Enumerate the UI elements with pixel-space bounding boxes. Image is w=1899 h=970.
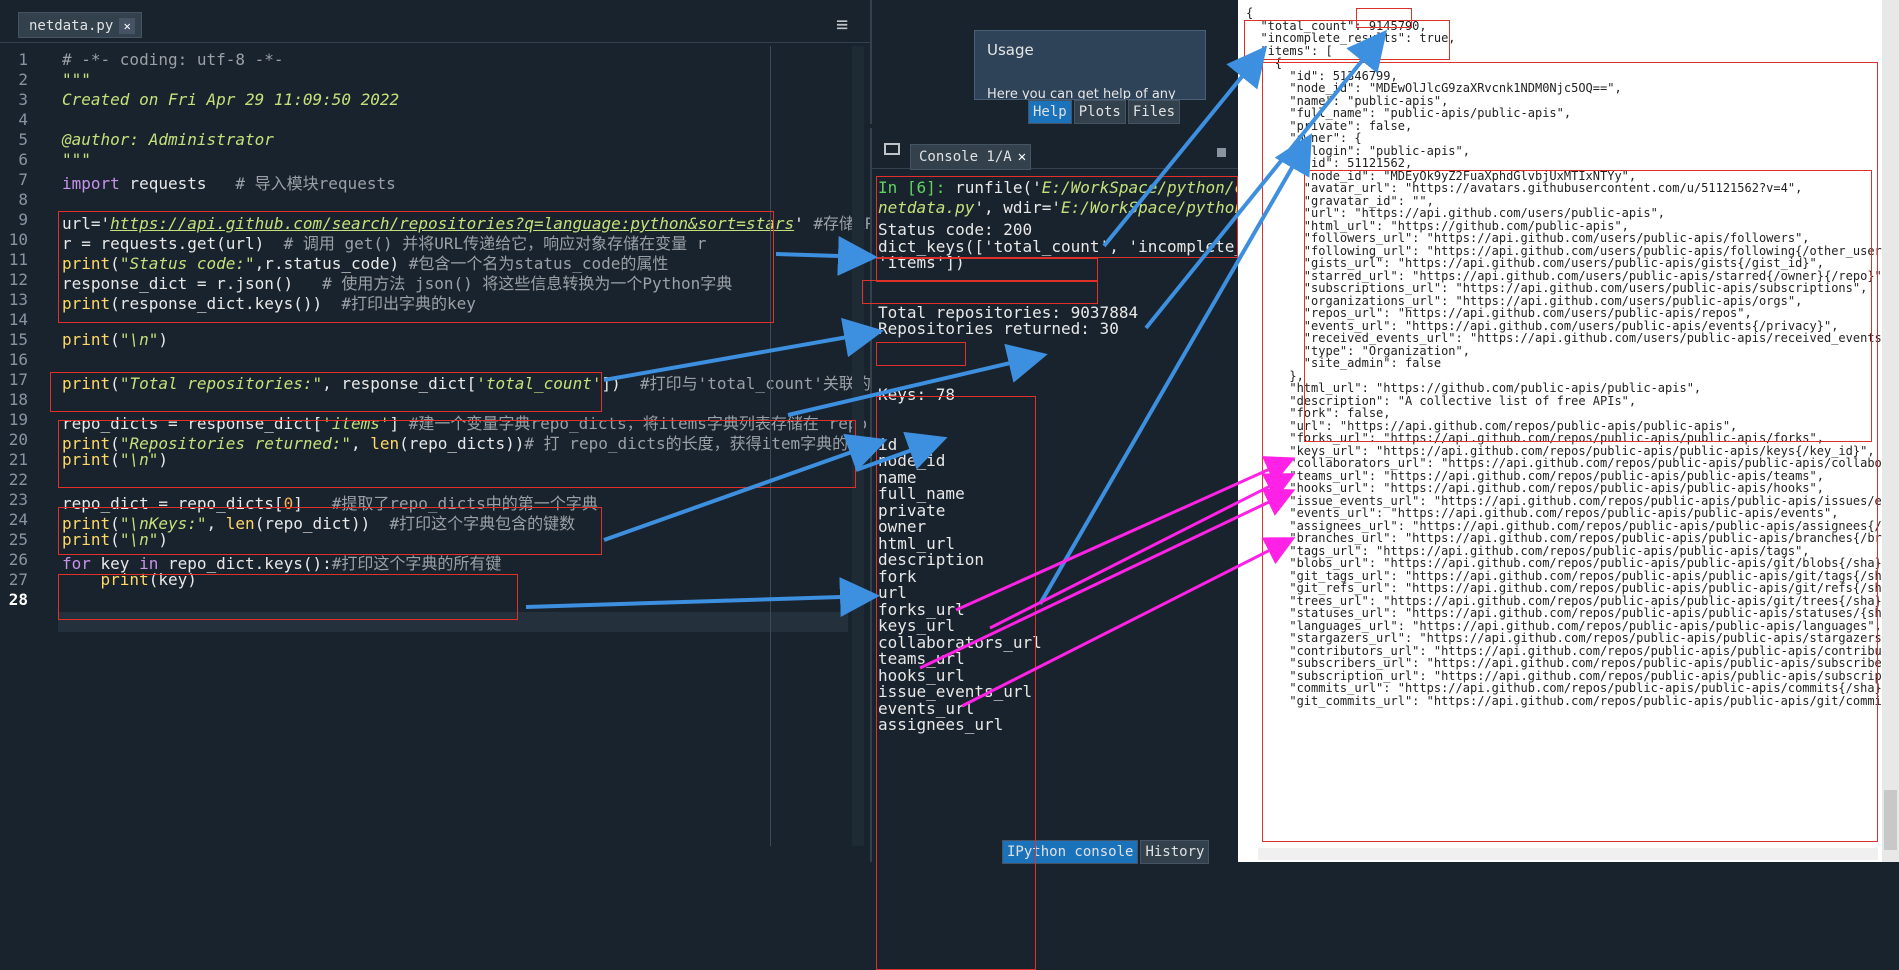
line-number: 16 (8, 350, 28, 369)
code-token: # 导入模块requests (235, 174, 396, 193)
annotation-box-total (50, 372, 602, 412)
tab-history[interactable]: History (1140, 840, 1210, 864)
line-number: 24 (8, 510, 28, 529)
close-icon[interactable]: ✕ (1018, 149, 1026, 165)
code-token: #打印这个字典的所有键 (331, 554, 502, 573)
json-viewer: { "total_count": 9145790, "incomplete_re… (1238, 0, 1899, 862)
line-number: 27 (8, 570, 28, 589)
line-number: 23 (8, 490, 28, 509)
code-line: Created on Fri Apr 29 11:09:50 2022 (62, 90, 399, 109)
console-tab-bar: Console 1/A ✕ (872, 128, 1238, 170)
line-number: 17 (8, 370, 28, 389)
line-number: 3 (18, 90, 28, 109)
menu-icon[interactable]: ≡ (836, 14, 848, 34)
editor-tab-label: netdata.py (29, 18, 114, 34)
editor-tab-bar: netdata.py ✕ ≡ (0, 0, 870, 43)
line-number: 14 (8, 310, 28, 329)
code-editor: netdata.py ✕ ≡ 1 2 3 4 5 6 7 8 9 10 11 12 13 14 15 16 17 1… (0, 0, 900, 862)
line-number: 5 (18, 130, 28, 149)
code-token: print (62, 330, 111, 349)
stop-icon[interactable] (1217, 148, 1226, 157)
editor-tab-netdata[interactable]: netdata.py ✕ (18, 12, 143, 38)
code-token: # -*- coding: utf-8 -*- (62, 50, 284, 69)
line-number: 28 (8, 590, 28, 609)
annotation-box-request (58, 211, 774, 323)
usage-text: Here you can get help of any (987, 87, 1176, 100)
code-token: Created on Fri Apr 29 11:09:50 2022 (62, 90, 400, 109)
code-token: "\n" (119, 330, 159, 349)
ipython-console: Console 1/A ✕ In [6]: runfile('E:/WorkSpa… (862, 128, 1263, 970)
line-number: 2 (18, 70, 28, 89)
json-scrollbar[interactable] (1882, 0, 1899, 862)
tab-plots[interactable]: Plots (1073, 100, 1126, 124)
usage-title: Usage (987, 41, 1034, 59)
json-scrollbar-thumb[interactable] (1884, 790, 1897, 850)
help-pane: Usage Here you can get help of any Help P… (870, 0, 1238, 124)
code-token: #打印与'total_count'关联的值 (640, 374, 887, 393)
close-icon[interactable]: ✕ (119, 18, 136, 34)
code-line: print("\n") (62, 330, 168, 349)
line-number: 6 (18, 150, 28, 169)
line-number: 8 (18, 190, 28, 209)
code-line: @author: Administrator (62, 130, 274, 149)
code-token: requests (119, 174, 236, 193)
line-number: 13 (8, 290, 28, 309)
line-number: 12 (8, 270, 28, 289)
annotation-box-key-list (876, 396, 1036, 970)
console-window-icon (884, 143, 900, 155)
annotation-box-json-header (1244, 20, 1450, 60)
json-horizontal-scrollbar[interactable] (1258, 848, 1878, 860)
annotation-box-loop (58, 574, 518, 620)
line-number: 11 (8, 250, 28, 269)
code-line: """ (62, 150, 91, 169)
line-number: 15 (8, 330, 28, 349)
line-number: 18 (8, 390, 28, 409)
tab-help[interactable]: Help (1028, 100, 1072, 124)
console-output-line: Repositories returned: 30 (878, 319, 1119, 338)
help-tabs: Help Plots Files (1028, 100, 1182, 124)
code-token: ) (158, 330, 168, 349)
console-tab-label: Console 1/A (919, 149, 1012, 165)
code-token: ' (794, 214, 804, 233)
code-line: """ (62, 70, 91, 89)
code-token: ( (110, 330, 120, 349)
annotation-box-keys (58, 507, 602, 555)
code-token: @author: Administrator (62, 130, 274, 149)
tab-files[interactable]: Files (1127, 100, 1181, 124)
line-number: 1 (18, 50, 28, 69)
usage-box: Usage Here you can get help of any (974, 30, 1206, 100)
console-tab[interactable]: Console 1/A ✕ (910, 144, 1032, 170)
line-number: 20 (8, 430, 28, 449)
annotation-box-total-output (876, 258, 1098, 282)
code-token: import (62, 174, 120, 193)
line-number: 9 (18, 210, 28, 229)
line-number: 10 (8, 230, 28, 249)
annotation-box-status (876, 176, 1238, 258)
annotation-box-items (58, 420, 856, 488)
line-number: 19 (8, 410, 28, 429)
line-number: 4 (18, 110, 28, 129)
line-number: 25 (8, 530, 28, 549)
line-number: 21 (8, 450, 28, 469)
annotation-box-keys-output (876, 342, 966, 366)
line-number: 22 (8, 470, 28, 489)
code-token: """ (62, 70, 91, 89)
annotation-box-owner (1304, 170, 1872, 442)
code-token: ]) (601, 374, 640, 393)
code-line: import requests # 导入模块requests (62, 170, 396, 194)
line-number-gutter: 1 2 3 4 5 6 7 8 9 10 11 12 13 14 15 16 17 18 19 20 21 22 23 24 2… (0, 50, 58, 862)
line-number: 26 (8, 550, 28, 569)
annotation-box-returned-output (862, 280, 1098, 304)
code-token: """ (62, 150, 91, 169)
line-number: 7 (18, 170, 28, 189)
code-line: # -*- coding: utf-8 -*- (62, 50, 284, 69)
